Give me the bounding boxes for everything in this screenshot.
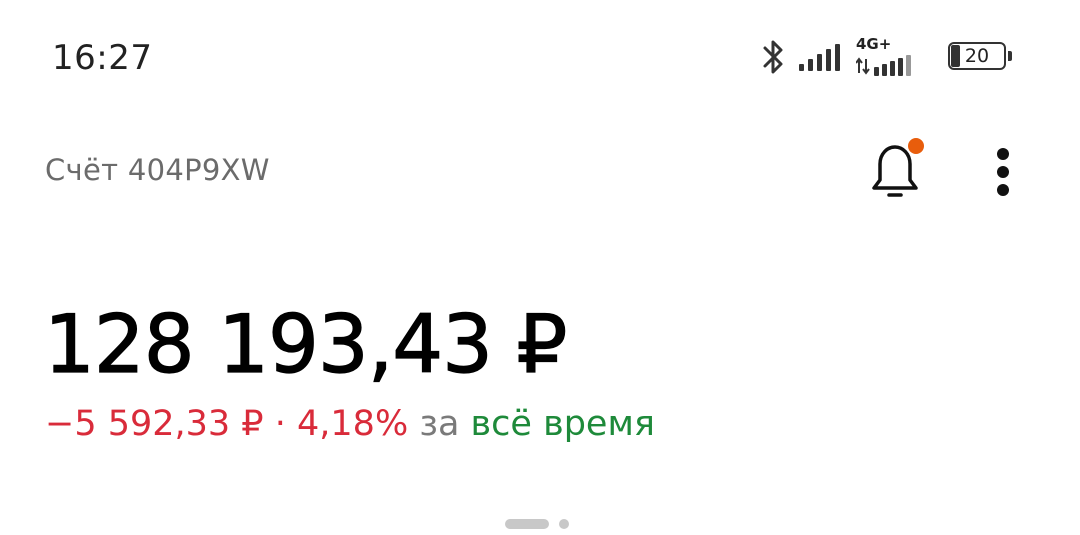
signal-icon: [799, 44, 840, 71]
period-selector[interactable]: всё время: [471, 404, 655, 444]
change-percent: 4,18%: [297, 404, 409, 444]
page-indicator-dot: [559, 519, 569, 529]
more-options-button[interactable]: [984, 146, 1022, 198]
network-type-label: 4G+: [856, 35, 892, 53]
bluetooth-icon: [763, 40, 783, 74]
battery-icon: 20: [948, 42, 1012, 72]
period-prefix: за: [419, 404, 460, 444]
signal-4g-icon: 4G+: [856, 35, 911, 77]
change-separator: ·: [274, 404, 286, 444]
account-title[interactable]: Счёт 404P9XW: [45, 153, 270, 187]
status-icons: 4G+ 20: [760, 36, 1012, 78]
balance-change: −5 592,33 ₽ · 4,18% за всё время: [45, 404, 655, 444]
notification-badge: [908, 138, 924, 154]
battery-level: 20: [964, 45, 990, 67]
balance-amount: 128 193,43 ₽: [43, 297, 568, 391]
notifications-button[interactable]: [862, 136, 928, 204]
status-time: 16:27: [52, 38, 153, 78]
account-screen: 16:27 4G+ 20 Счёт 404P9XW 128 193,43 ₽ −…: [0, 0, 1080, 535]
change-amount: −5 592,33 ₽: [45, 404, 264, 444]
page-indicator-active: [505, 519, 549, 529]
page-indicator: [505, 519, 569, 529]
